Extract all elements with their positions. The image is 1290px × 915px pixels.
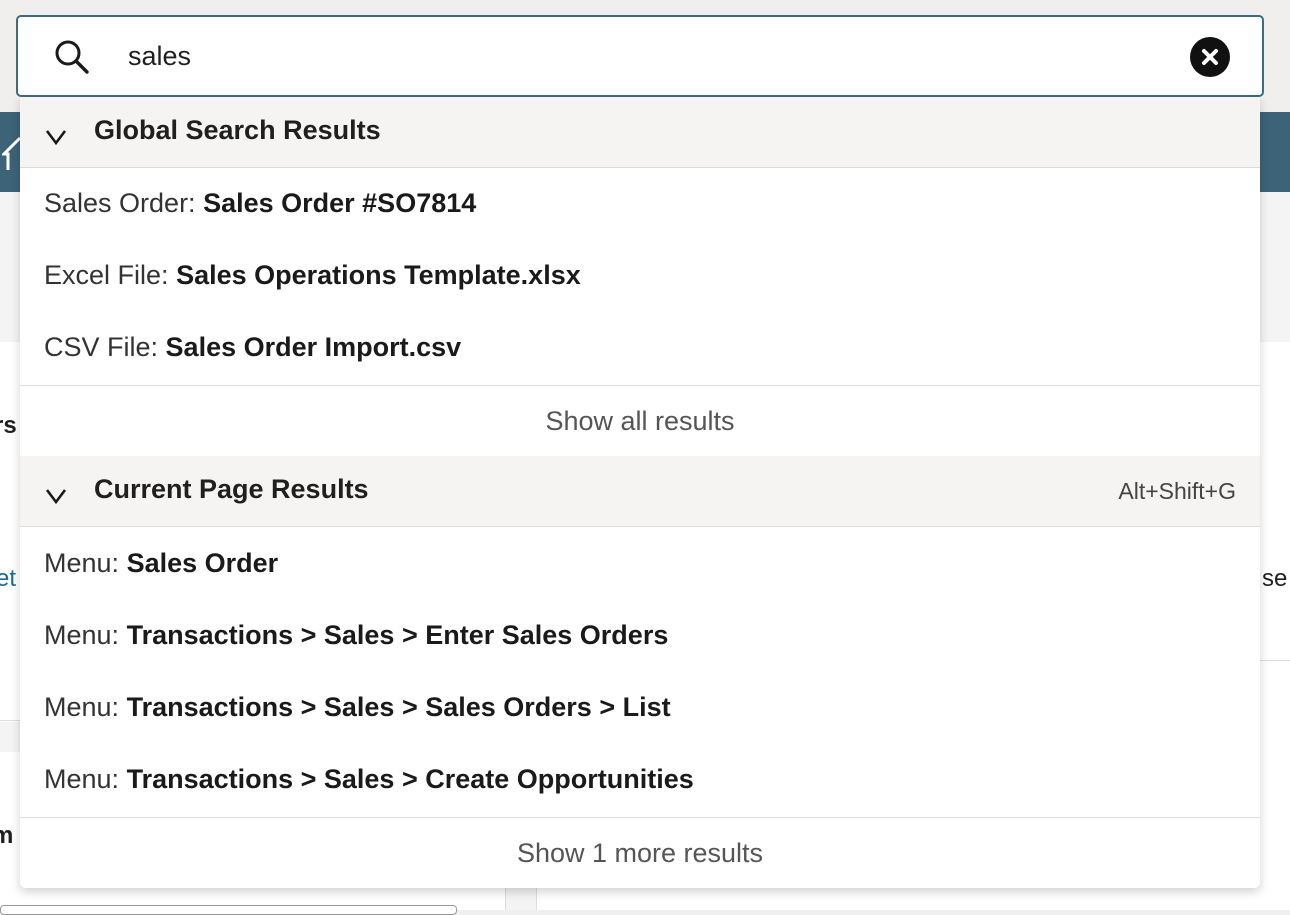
search-input[interactable] [128,33,1168,79]
keyboard-shortcut: Alt+Shift+G [1118,478,1236,504]
result-type: Excel File: [44,260,169,290]
result-name: Sales Order #SO7814 [203,188,477,218]
result-type: Menu: [44,692,120,722]
section-title: Current Page Results [94,474,369,504]
result-name: Sales Order Import.csv [165,332,462,362]
result-type: CSV File: [44,332,159,362]
result-type: Menu: [44,620,120,650]
global-result-item[interactable]: Sales Order: Sales Order #SO7814 [20,168,1260,240]
clear-search-button[interactable] [1190,37,1230,77]
result-name: Transactions > Sales > Create Opportunit… [126,764,694,794]
page-result-item[interactable]: Menu: Transactions > Sales > Sales Order… [20,672,1260,744]
show-more-results-link[interactable]: Show 1 more results [20,817,1260,888]
result-name: Sales Order [126,548,279,578]
background-input-box[interactable] [0,905,457,915]
result-name: Transactions > Sales > Sales Orders > Li… [126,692,671,722]
page-result-item[interactable]: Menu: Sales Order [20,528,1260,600]
result-type: Sales Order: [44,188,196,218]
global-results-header[interactable]: Global Search Results [20,97,1260,168]
background-text-fragment: se [1262,565,1288,592]
chevron-down-icon[interactable] [44,127,68,147]
background-link-fragment[interactable]: et [0,565,16,593]
background-heading-fragment-2: m [0,822,14,849]
global-result-item[interactable]: CSV File: Sales Order Import.csv [20,312,1260,384]
global-result-item[interactable]: Excel File: Sales Operations Template.xl… [20,240,1260,312]
show-all-results-link[interactable]: Show all results [20,385,1260,456]
content-strip-right [1258,192,1290,342]
page-results-header[interactable]: Current Page Results Alt+Shift+G [20,456,1260,527]
content-strip-left [0,192,22,342]
close-icon [1202,49,1218,65]
result-name: Sales Operations Template.xlsx [176,260,581,290]
global-search-bar [16,15,1264,97]
result-name: Transactions > Sales > Enter Sales Order… [126,620,669,650]
chevron-down-icon[interactable] [44,486,68,506]
portlet-card-right [1258,345,1290,661]
search-icon [55,40,89,74]
result-type: Menu: [44,764,120,794]
search-results-dropdown: Global Search Results Sales Order: Sales… [20,97,1260,888]
page-result-item[interactable]: Menu: Transactions > Sales > Enter Sales… [20,600,1260,672]
background-heading-fragment: rs [0,412,17,439]
result-type: Menu: [44,548,120,578]
page-result-item[interactable]: Menu: Transactions > Sales > Create Oppo… [20,744,1260,816]
section-title: Global Search Results [94,115,381,145]
